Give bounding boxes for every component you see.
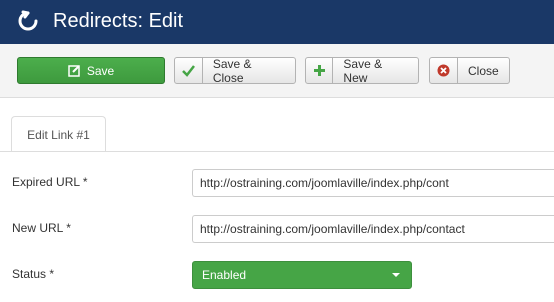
page-title: Redirects: Edit [53, 10, 184, 32]
chevron-down-icon [392, 273, 400, 277]
status-select[interactable]: Enabled [192, 261, 412, 289]
save-new-label: Save & New [343, 56, 383, 85]
close-label: Close [468, 63, 499, 78]
cancel-icon [430, 58, 458, 83]
expired-url-field[interactable]: http://ostraining.com/joomlaville/index.… [192, 169, 554, 197]
tab-edit-link[interactable]: Edit Link #1 [11, 116, 106, 152]
plus-icon [306, 58, 334, 83]
status-value: Enabled [202, 268, 247, 282]
save-label: Save [86, 63, 115, 78]
expired-url-label: Expired URL * [12, 175, 88, 189]
new-url-label: New URL * [12, 221, 71, 235]
new-url-field[interactable]: http://ostraining.com/joomlaville/index.… [192, 215, 554, 243]
close-button[interactable]: Close [429, 57, 510, 84]
refresh-icon [18, 10, 38, 31]
check-icon [175, 58, 203, 83]
status-label: Status * [12, 267, 55, 281]
tab-divider [0, 151, 554, 152]
save-new-button[interactable]: Save & New [305, 56, 419, 85]
save-button[interactable]: Save [17, 57, 165, 84]
app-header: Redirects: Edit [0, 0, 554, 44]
toolbar: Save Save & Close Save & New Close [0, 44, 554, 98]
save-close-label: Save & Close [212, 56, 252, 85]
save-close-button[interactable]: Save & Close [174, 56, 296, 85]
edit-icon [68, 58, 87, 83]
